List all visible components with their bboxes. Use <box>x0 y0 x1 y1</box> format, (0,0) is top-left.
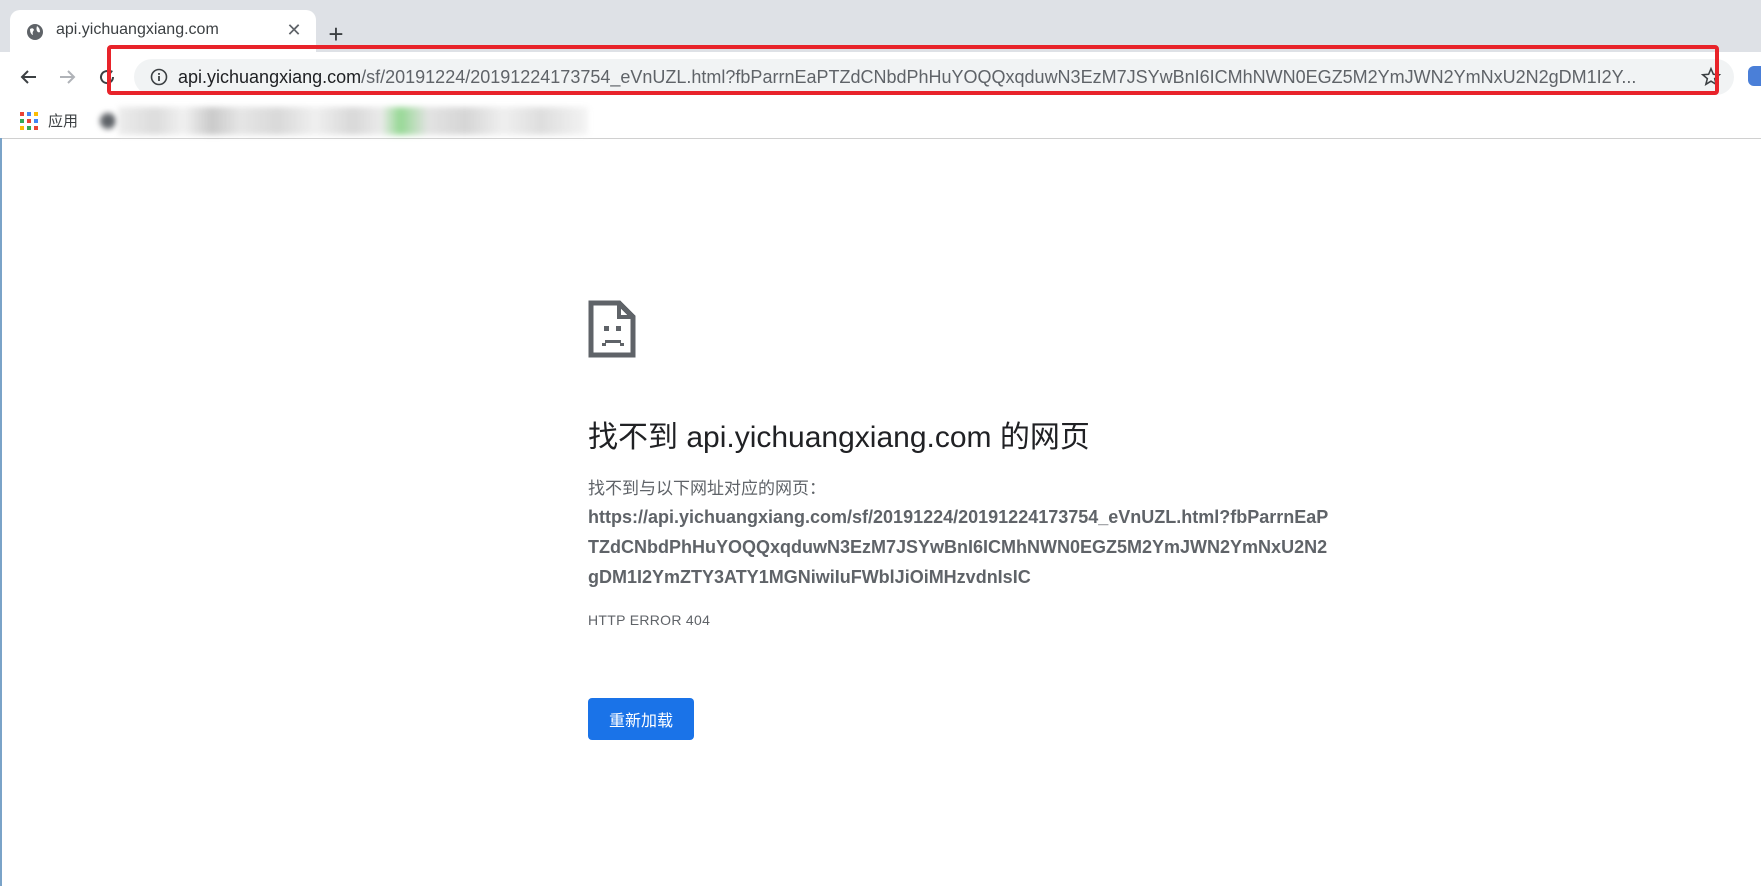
close-tab-icon[interactable]: ✕ <box>284 20 304 40</box>
error-url: https://api.yichuangxiang.com/sf/2019122… <box>588 507 1329 587</box>
forward-button[interactable] <box>52 62 82 92</box>
blurred-bookmarks <box>118 107 588 135</box>
window-edge <box>0 138 2 886</box>
url-highlight-annotation <box>107 45 1719 95</box>
apps-bookmark-label[interactable]: 应用 <box>48 110 78 131</box>
tab-title: api.yichuangxiang.com <box>56 21 219 38</box>
error-code: HTTP ERROR 404 <box>588 612 711 628</box>
error-heading: 找不到 api.yichuangxiang.com 的网页 <box>588 421 1090 454</box>
error-description: 找不到与以下网址对应的网页： <box>588 479 826 498</box>
forward-icon <box>60 70 76 84</box>
reload-button-main[interactable]: 重新加载 <box>588 698 694 740</box>
sad-page-icon <box>588 300 636 358</box>
back-icon <box>20 70 36 84</box>
bookmarks-bar: 应用 <box>0 102 1761 139</box>
globe-icon[interactable] <box>98 107 118 135</box>
extension-icon[interactable] <box>1748 66 1761 86</box>
back-button[interactable] <box>14 62 44 92</box>
apps-grid-icon[interactable] <box>20 112 38 130</box>
globe-icon <box>27 24 43 40</box>
